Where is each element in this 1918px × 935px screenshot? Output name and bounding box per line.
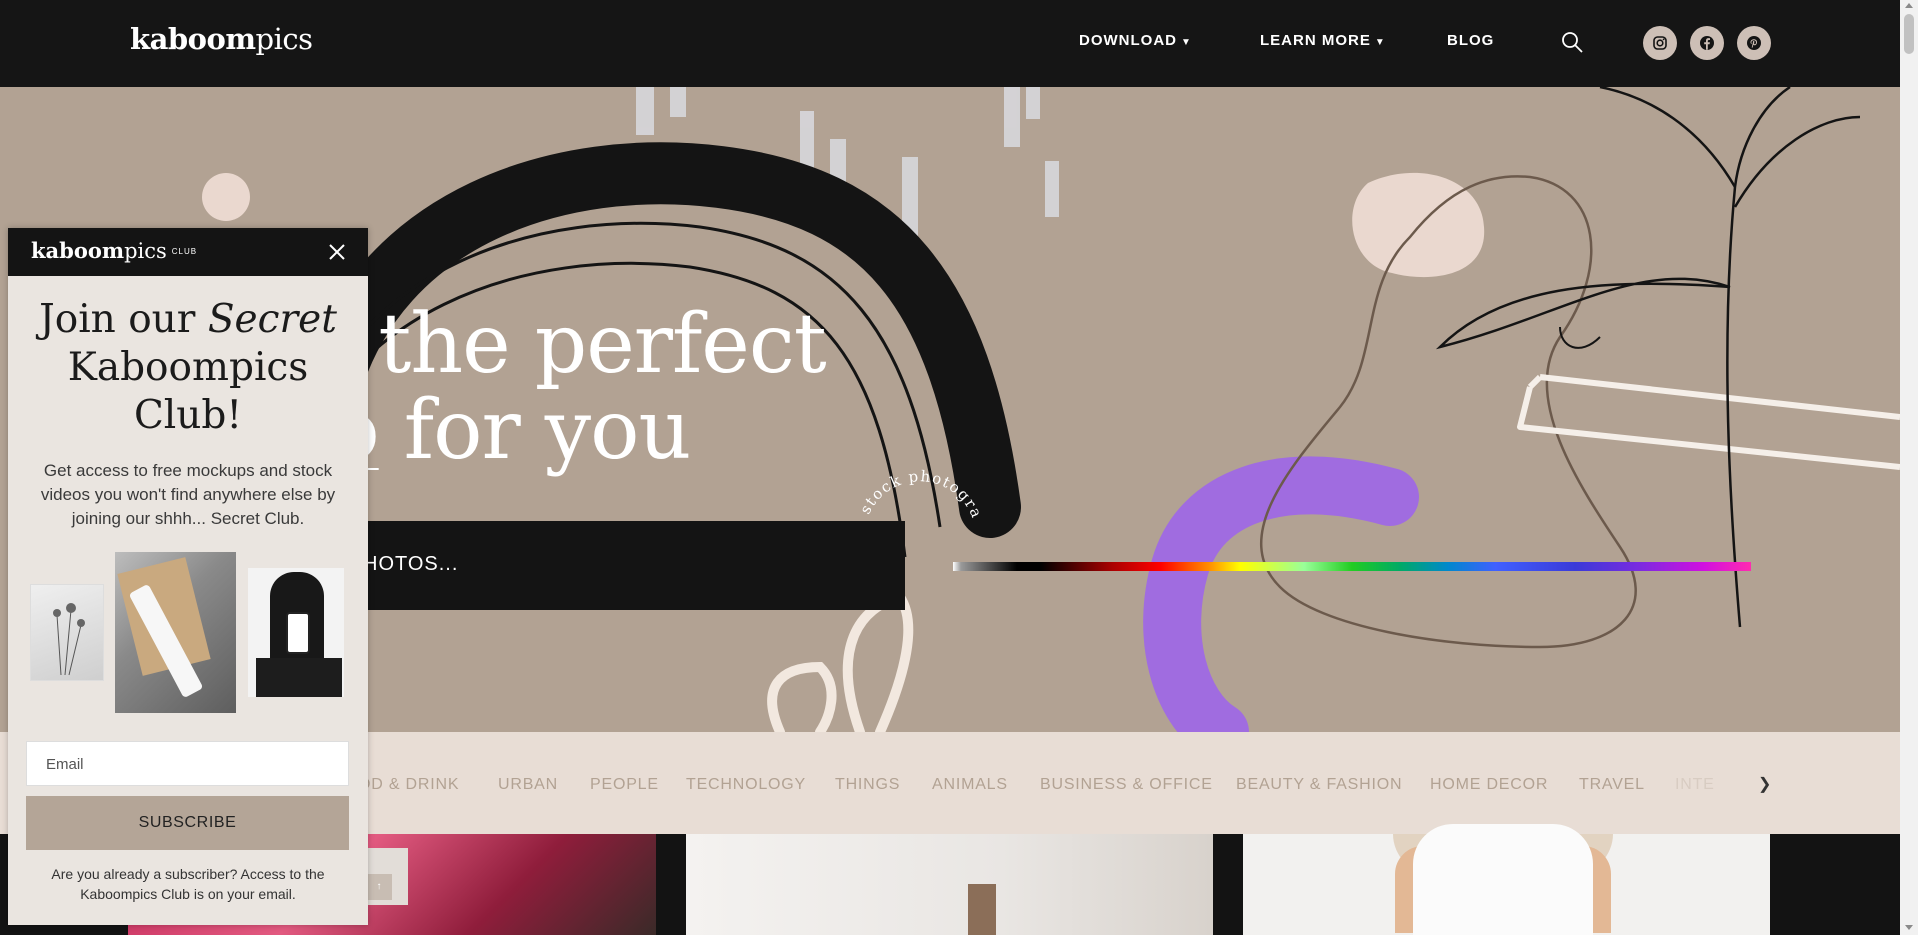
site-header: kaboompics DOWNLOAD ▼ LEARN MORE ▼ BLOG [0, 0, 1900, 87]
scrollbar-thumb[interactable] [1904, 14, 1914, 54]
page: kaboompics DOWNLOAD▼ LEARN MORE▼ BLOG [0, 0, 1918, 935]
club-signup-popup: kaboompics CLUB Join our Secret Kaboompic… [8, 228, 368, 925]
category-people[interactable]: PEOPLE [590, 776, 659, 794]
mockup-image-phone [248, 568, 344, 697]
pinterest-button[interactable] [1737, 26, 1771, 60]
instagram-icon [1653, 36, 1667, 50]
search-icon[interactable] [1561, 31, 1583, 53]
nav-blog[interactable]: BLOG [1447, 32, 1494, 49]
site-logo[interactable]: kaboompics [130, 22, 313, 56]
facebook-icon [1700, 36, 1714, 50]
mockup-image-tube [115, 552, 236, 713]
arrow-up-icon[interactable]: ↑ [366, 874, 392, 900]
chevron-right-icon[interactable]: ❯ [1758, 774, 1771, 794]
popup-title: Join our Secret Kaboompics Club! [39, 297, 337, 438]
pinterest-icon [1747, 36, 1761, 50]
hidden-widget: ↑ [366, 848, 408, 905]
nav-learn-more[interactable]: LEARN MORE ▼ [1260, 32, 1386, 49]
category-business-office[interactable]: BUSINESS & OFFICE [1040, 776, 1213, 794]
nav-download-label: DOWNLOAD [1079, 32, 1177, 49]
subscribe-button[interactable]: SUBSCRIBE [26, 796, 349, 850]
popup-subscriber-note: Are you already a subscriber? Access to … [51, 866, 325, 902]
mockup-image-flowers [30, 584, 104, 681]
photo-detail [1413, 824, 1593, 935]
color-filter-bar[interactable] [953, 562, 1751, 571]
instagram-button[interactable] [1643, 26, 1677, 60]
chevron-down-icon: ▼ [1374, 37, 1386, 48]
popup-header: kaboompics CLUB [8, 228, 368, 276]
nav-download[interactable]: DOWNLOAD ▼ [1079, 32, 1192, 49]
category-travel[interactable]: TRAVEL [1579, 776, 1645, 794]
category-things[interactable]: THINGS [835, 776, 900, 794]
category-interior[interactable]: INTE [1675, 776, 1715, 794]
nav-blog-label: BLOG [1447, 32, 1495, 49]
photo-detail [968, 884, 996, 935]
chevron-down-icon: ▼ [1181, 37, 1192, 48]
photo-card-interior[interactable] [686, 834, 1213, 935]
facebook-button[interactable] [1690, 26, 1724, 60]
hero-search-placeholder: HOTOS... [363, 553, 459, 575]
popup-description: Get access to free mockups and stock vid… [40, 461, 336, 528]
category-food-drink[interactable]: OD & DRINK [358, 776, 459, 794]
email-placeholder: Email [46, 756, 84, 773]
close-icon[interactable] [326, 241, 348, 263]
category-technology[interactable]: TECHNOLOGY [686, 776, 806, 794]
category-urban[interactable]: URBAN [498, 776, 558, 794]
scroll-up-arrow-icon[interactable] [1905, 3, 1913, 8]
category-animals[interactable]: ANIMALS [932, 776, 1008, 794]
category-beauty-fashion[interactable]: BEAUTY & FASHION [1236, 776, 1402, 794]
photo-card-person[interactable] [1243, 824, 1770, 935]
scroll-down-arrow-icon[interactable] [1905, 925, 1913, 930]
category-home-decor[interactable]: HOME DECOR [1430, 776, 1548, 794]
email-field[interactable]: Email [26, 741, 349, 786]
popup-logo: kaboompics CLUB [31, 238, 198, 263]
scrollbar[interactable] [1900, 0, 1918, 935]
nav-learn-more-label: LEARN MORE [1260, 32, 1371, 49]
